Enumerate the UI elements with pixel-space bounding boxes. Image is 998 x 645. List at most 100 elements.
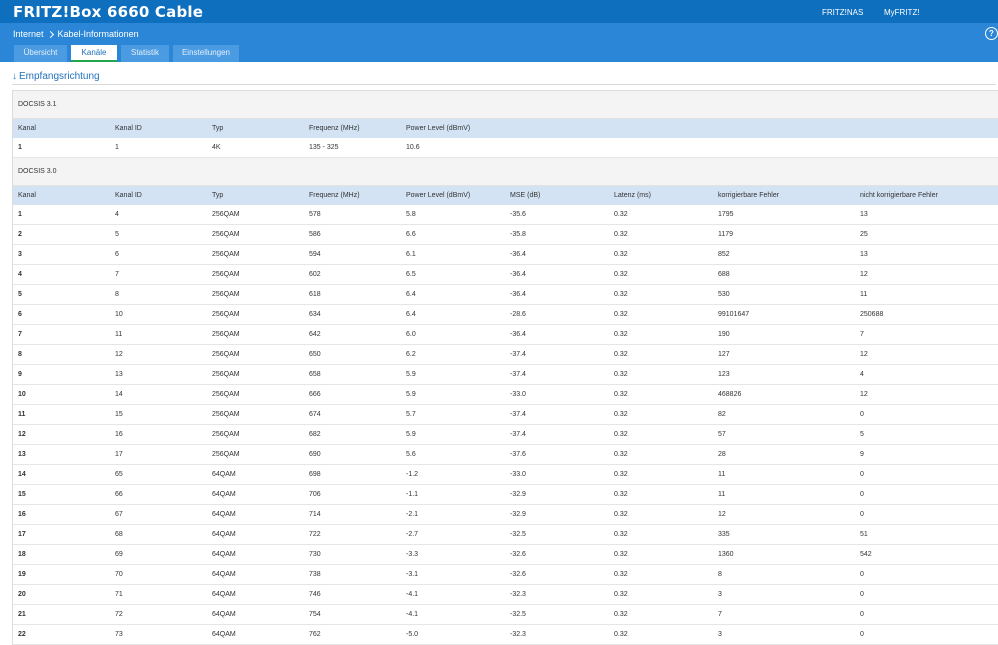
cell-kanal-id: 73 (110, 624, 207, 645)
help-icon[interactable]: ? (985, 27, 998, 40)
cell-nicht-korrigierbare-fehler: 0 (855, 564, 998, 585)
cell-kanal-id: 8 (110, 284, 207, 305)
cell-mse: -28.6 (505, 304, 609, 325)
cell-typ: 256QAM (207, 324, 304, 345)
table-row: 19 70 64QAM 738 -3.1 -32.6 0.32 8 0 (13, 564, 998, 585)
cell-korrigierbare-fehler: 852 (713, 244, 855, 265)
column-header-frequenz: Frequenz (MHz) (304, 186, 401, 205)
cell-kanal-id: 11 (110, 324, 207, 345)
cell-power-level: -4.1 (401, 604, 505, 625)
cell-latenz: 0.32 (609, 284, 713, 305)
docsis30-table: Kanal Kanal ID Typ Frequenz (MHz) Power Leve… (13, 186, 998, 645)
cell-kanal-id: 70 (110, 564, 207, 585)
cell-korrigierbare-fehler: 190 (713, 324, 855, 345)
tab-kanaele[interactable]: Kanäle (71, 45, 117, 62)
docsis31-table: Kanal Kanal ID Typ Frequenz (MHz) Power Leve… (13, 119, 998, 158)
cell-mse: -36.4 (505, 264, 609, 285)
column-header-kanal: Kanal (13, 186, 110, 205)
cell-frequenz: 135 - 325 (304, 138, 401, 158)
table-row: 14 65 64QAM 698 -1.2 -33.0 0.32 11 0 (13, 464, 998, 485)
cell-korrigierbare-fehler: 3 (713, 624, 855, 645)
cell-kanal: 6 (13, 304, 110, 325)
section-title: Empfangsrichtung (19, 71, 100, 82)
cell-kanal-id: 68 (110, 524, 207, 545)
cell-kanal-id: 4 (110, 205, 207, 225)
cell-frequenz: 666 (304, 384, 401, 405)
cell-mse (505, 138, 609, 158)
cell-latenz: 0.32 (609, 504, 713, 525)
cell-nicht-korrigierbare-fehler: 25 (855, 224, 998, 245)
cell-kanal: 21 (13, 604, 110, 625)
cell-latenz: 0.32 (609, 424, 713, 445)
cell-mse: -35.6 (505, 205, 609, 225)
cell-power-level: -1.1 (401, 484, 505, 505)
cell-typ: 256QAM (207, 264, 304, 285)
cell-kanal: 8 (13, 344, 110, 365)
cell-latenz: 0.32 (609, 224, 713, 245)
table-row: 7 11 256QAM 642 6.0 -36.4 0.32 190 7 (13, 324, 998, 345)
fritznas-link[interactable]: FRITZ!NAS (822, 8, 863, 17)
cell-typ: 64QAM (207, 464, 304, 485)
cell-kanal: 22 (13, 624, 110, 645)
cell-power-level: -5.0 (401, 624, 505, 645)
cell-korrigierbare-fehler: 1179 (713, 224, 855, 245)
cell-typ: 256QAM (207, 244, 304, 265)
cell-kanal: 5 (13, 284, 110, 305)
cell-typ: 64QAM (207, 544, 304, 565)
column-header-latenz (609, 119, 713, 138)
cell-kanal: 1 (13, 205, 110, 225)
cell-kanal-id: 72 (110, 604, 207, 625)
tab-statistik[interactable]: Statistik (121, 45, 169, 62)
cell-power-level: -1.2 (401, 464, 505, 485)
cell-nicht-korrigierbare-fehler: 7 (855, 324, 998, 345)
docsis30-title: DOCSIS 3.0 (13, 158, 998, 186)
cell-frequenz: 762 (304, 624, 401, 645)
cell-frequenz: 602 (304, 264, 401, 285)
breadcrumb: Internet Kabel-Informationen (13, 29, 139, 39)
cell-nicht-korrigierbare-fehler: 51 (855, 524, 998, 545)
cell-typ: 256QAM (207, 205, 304, 225)
breadcrumb-internet[interactable]: Internet (13, 29, 44, 39)
cell-power-level: 5.8 (401, 205, 505, 225)
cell-kanal-id: 15 (110, 404, 207, 425)
cell-typ: 256QAM (207, 384, 304, 405)
tab-einstellungen[interactable]: Einstellungen (173, 45, 239, 62)
myfritz-link[interactable]: MyFRITZ! (884, 8, 920, 17)
cell-latenz: 0.32 (609, 484, 713, 505)
divider (12, 84, 996, 85)
tab-uebersicht[interactable]: Übersicht (14, 45, 67, 62)
cell-power-level: 6.0 (401, 324, 505, 345)
cell-korrigierbare-fehler: 127 (713, 344, 855, 365)
table-row: 2 5 256QAM 586 6.6 -35.8 0.32 1179 25 (13, 224, 998, 245)
cell-power-level: -2.1 (401, 504, 505, 525)
cell-frequenz: 746 (304, 584, 401, 605)
cell-latenz: 0.32 (609, 604, 713, 625)
cell-korrigierbare-fehler (713, 138, 855, 158)
cell-nicht-korrigierbare-fehler: 250688 (855, 304, 998, 325)
table-row: 8 12 256QAM 650 6.2 -37.4 0.32 127 12 (13, 344, 998, 365)
cell-mse: -33.0 (505, 384, 609, 405)
cell-frequenz: 714 (304, 504, 401, 525)
section-heading: ↓ Empfangsrichtung (12, 71, 100, 82)
cell-frequenz: 698 (304, 464, 401, 485)
cell-kanal: 19 (13, 564, 110, 585)
cell-latenz: 0.32 (609, 264, 713, 285)
cell-frequenz: 738 (304, 564, 401, 585)
cell-kanal-id: 17 (110, 444, 207, 465)
cell-kanal-id: 14 (110, 384, 207, 405)
table-header-row: Kanal Kanal ID Typ Frequenz (MHz) Power Leve… (13, 186, 998, 205)
cell-mse: -32.6 (505, 544, 609, 565)
column-header-mse: MSE (dB) (505, 186, 609, 205)
cell-latenz: 0.32 (609, 384, 713, 405)
cell-korrigierbare-fehler: 1360 (713, 544, 855, 565)
cell-kanal-id: 65 (110, 464, 207, 485)
cell-nicht-korrigierbare-fehler: 0 (855, 584, 998, 605)
cell-kanal: 9 (13, 364, 110, 385)
cell-power-level: 5.7 (401, 404, 505, 425)
cell-mse: -36.4 (505, 284, 609, 305)
column-header-power-level: Power Level (dBmV) (401, 119, 505, 138)
cell-mse: -32.9 (505, 504, 609, 525)
cell-mse: -32.5 (505, 524, 609, 545)
cell-mse: -35.8 (505, 224, 609, 245)
cell-frequenz: 594 (304, 244, 401, 265)
